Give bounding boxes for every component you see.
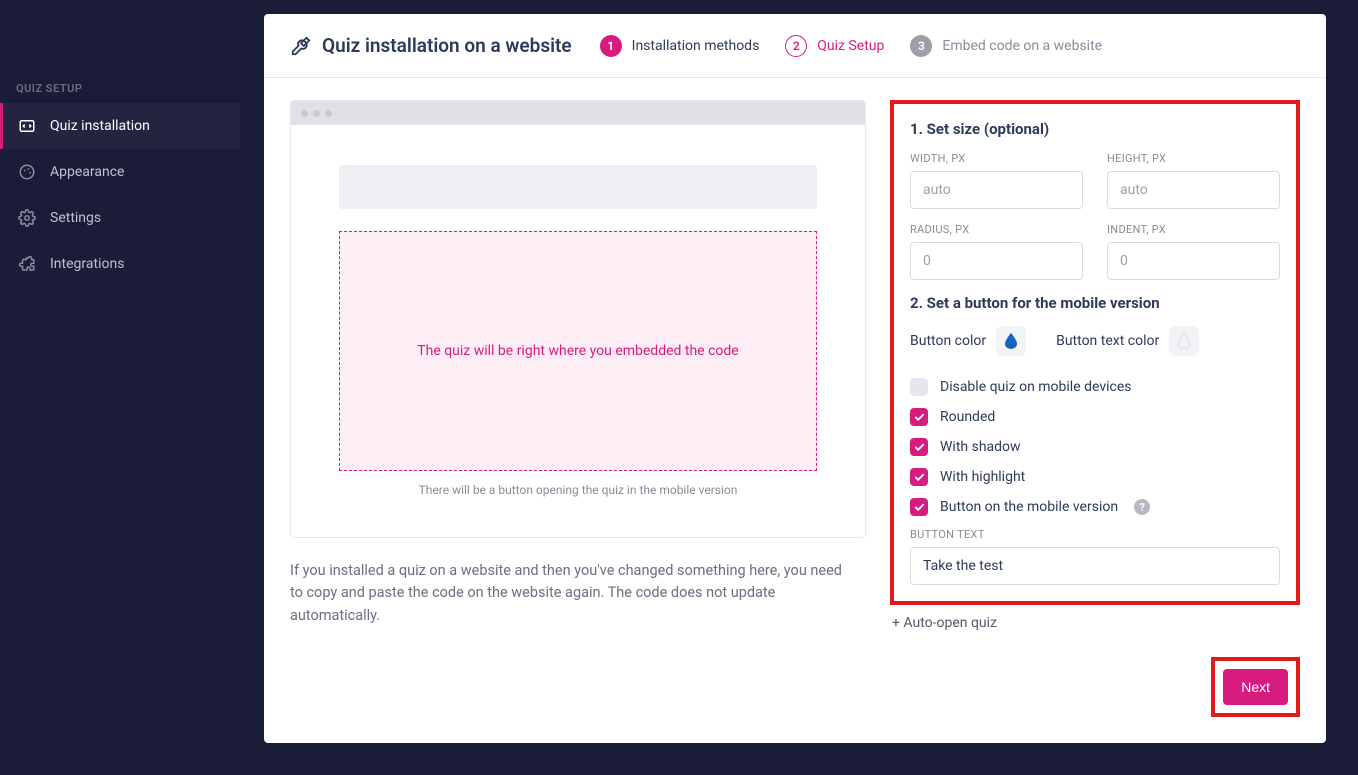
height-label: HEIGHT, PX [1107,152,1280,165]
step-number: 2 [785,35,807,57]
panel-body: The quiz will be right where you embedde… [264,78,1326,743]
step-quiz-setup[interactable]: 2 Quiz Setup [785,35,884,57]
step-label: Embed code on a website [942,38,1102,54]
next-button-highlight: Next [1211,657,1300,717]
window-dot-icon [301,110,308,117]
code-embed-icon [18,117,36,135]
checkbox-with-highlight[interactable] [910,468,928,486]
preview-card: The quiz will be right where you embedde… [290,100,866,538]
gear-icon [18,209,36,227]
width-label: WIDTH, PX [910,152,1083,165]
sidebar-item-label: Appearance [50,164,124,180]
checkbox-label: With highlight [940,469,1025,485]
indent-input[interactable] [1107,242,1280,280]
settings-column: 1. Set size (optional) WIDTH, PX HEIGHT,… [890,100,1300,717]
sidebar-item-label: Integrations [50,256,124,272]
sidebar: QUIZ SETUP Quiz installation Appearance … [0,0,240,775]
preview-body: The quiz will be right where you embedde… [291,125,865,537]
page-title-text: Quiz installation on a website [322,34,572,57]
check-icon [914,442,925,453]
check-icon [914,502,925,513]
checkbox-with-shadow[interactable] [910,438,928,456]
placeholder-bar [339,165,817,209]
checkbox-label: Button on the mobile version [940,499,1118,515]
preview-caption: There will be a button opening the quiz … [339,471,817,513]
step-number: 3 [910,35,932,57]
button-text-color-picker[interactable] [1169,326,1199,356]
checkbox-label: With shadow [940,439,1021,455]
section-set-size: 1. Set size (optional) [910,120,1280,138]
palette-icon [18,163,36,181]
puzzle-icon [18,255,36,273]
preview-column: The quiz will be right where you embedde… [290,100,866,717]
button-color-label: Button color [910,333,986,349]
color-drop-icon [1178,333,1190,349]
sidebar-section-title: QUIZ SETUP [0,70,240,103]
next-button[interactable]: Next [1223,669,1288,705]
step-embed-code[interactable]: 3 Embed code on a website [910,35,1102,57]
window-dot-icon [325,110,332,117]
radius-input[interactable] [910,242,1083,280]
sidebar-item-integrations[interactable]: Integrations [0,241,240,287]
settings-highlight: 1. Set size (optional) WIDTH, PX HEIGHT,… [890,100,1300,605]
indent-label: INDENT, PX [1107,223,1280,236]
sidebar-item-label: Quiz installation [50,118,150,134]
page-title: Quiz installation on a website [290,34,572,57]
step-number: 1 [600,35,622,57]
stepper: 1 Installation methods 2 Quiz Setup 3 Em… [600,35,1102,57]
step-label: Installation methods [632,38,760,54]
window-bar [291,101,865,125]
radius-label: RADIUS, PX [910,223,1083,236]
sidebar-item-label: Settings [50,210,101,226]
embed-zone-text: The quiz will be right where you embedde… [417,343,738,359]
info-note: If you installed a quiz on a website and… [290,560,850,627]
auto-open-toggle[interactable]: + Auto-open quiz [890,615,997,631]
help-icon[interactable]: ? [1134,499,1150,515]
window-dot-icon [313,110,320,117]
checkbox-rounded[interactable] [910,408,928,426]
tools-icon [290,35,312,57]
panel: Quiz installation on a website 1 Install… [264,14,1326,743]
panel-header: Quiz installation on a website 1 Install… [264,14,1326,78]
color-drop-icon [1005,333,1017,349]
check-icon [914,472,925,483]
sidebar-item-appearance[interactable]: Appearance [0,149,240,195]
button-text-label: BUTTON TEXT [910,528,1280,541]
check-icon [914,412,925,423]
button-text-color-label: Button text color [1056,333,1159,349]
step-label: Quiz Setup [817,38,884,54]
height-input[interactable] [1107,171,1280,209]
button-color-picker[interactable] [996,326,1026,356]
button-text-input[interactable] [910,547,1280,585]
sidebar-item-settings[interactable]: Settings [0,195,240,241]
section-mobile-button: 2. Set a button for the mobile version [910,294,1280,312]
checkbox-button-mobile[interactable] [910,498,928,516]
step-installation-methods[interactable]: 1 Installation methods [600,35,760,57]
embed-zone: The quiz will be right where you embedde… [339,231,817,471]
footer-actions: Next [890,657,1300,717]
checkbox-label: Rounded [940,409,995,425]
main-content: Quiz installation on a website 1 Install… [240,0,1358,775]
width-input[interactable] [910,171,1083,209]
sidebar-item-quiz-installation[interactable]: Quiz installation [0,103,240,149]
checkbox-disable-mobile[interactable] [910,378,928,396]
checkbox-label: Disable quiz on mobile devices [940,379,1132,395]
